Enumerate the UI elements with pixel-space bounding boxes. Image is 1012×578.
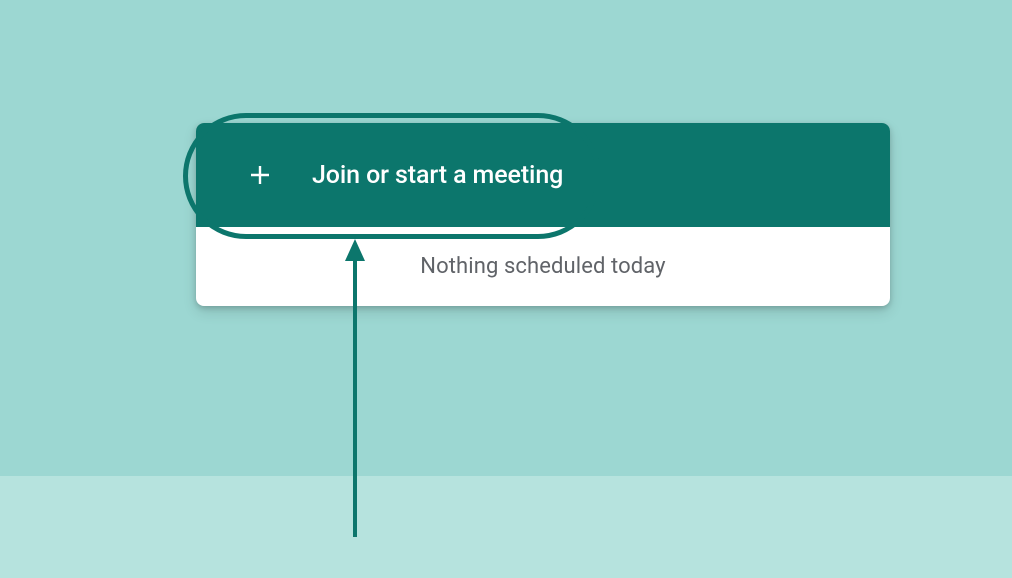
plus-icon [248,163,272,187]
schedule-status-row: Nothing scheduled today [196,227,890,306]
schedule-status-text: Nothing scheduled today [420,254,665,279]
meeting-card: Join or start a meeting Nothing schedule… [196,123,890,306]
background-strip [0,476,1012,578]
join-start-meeting-label: Join or start a meeting [312,161,563,190]
join-start-meeting-button[interactable]: Join or start a meeting [196,123,890,227]
